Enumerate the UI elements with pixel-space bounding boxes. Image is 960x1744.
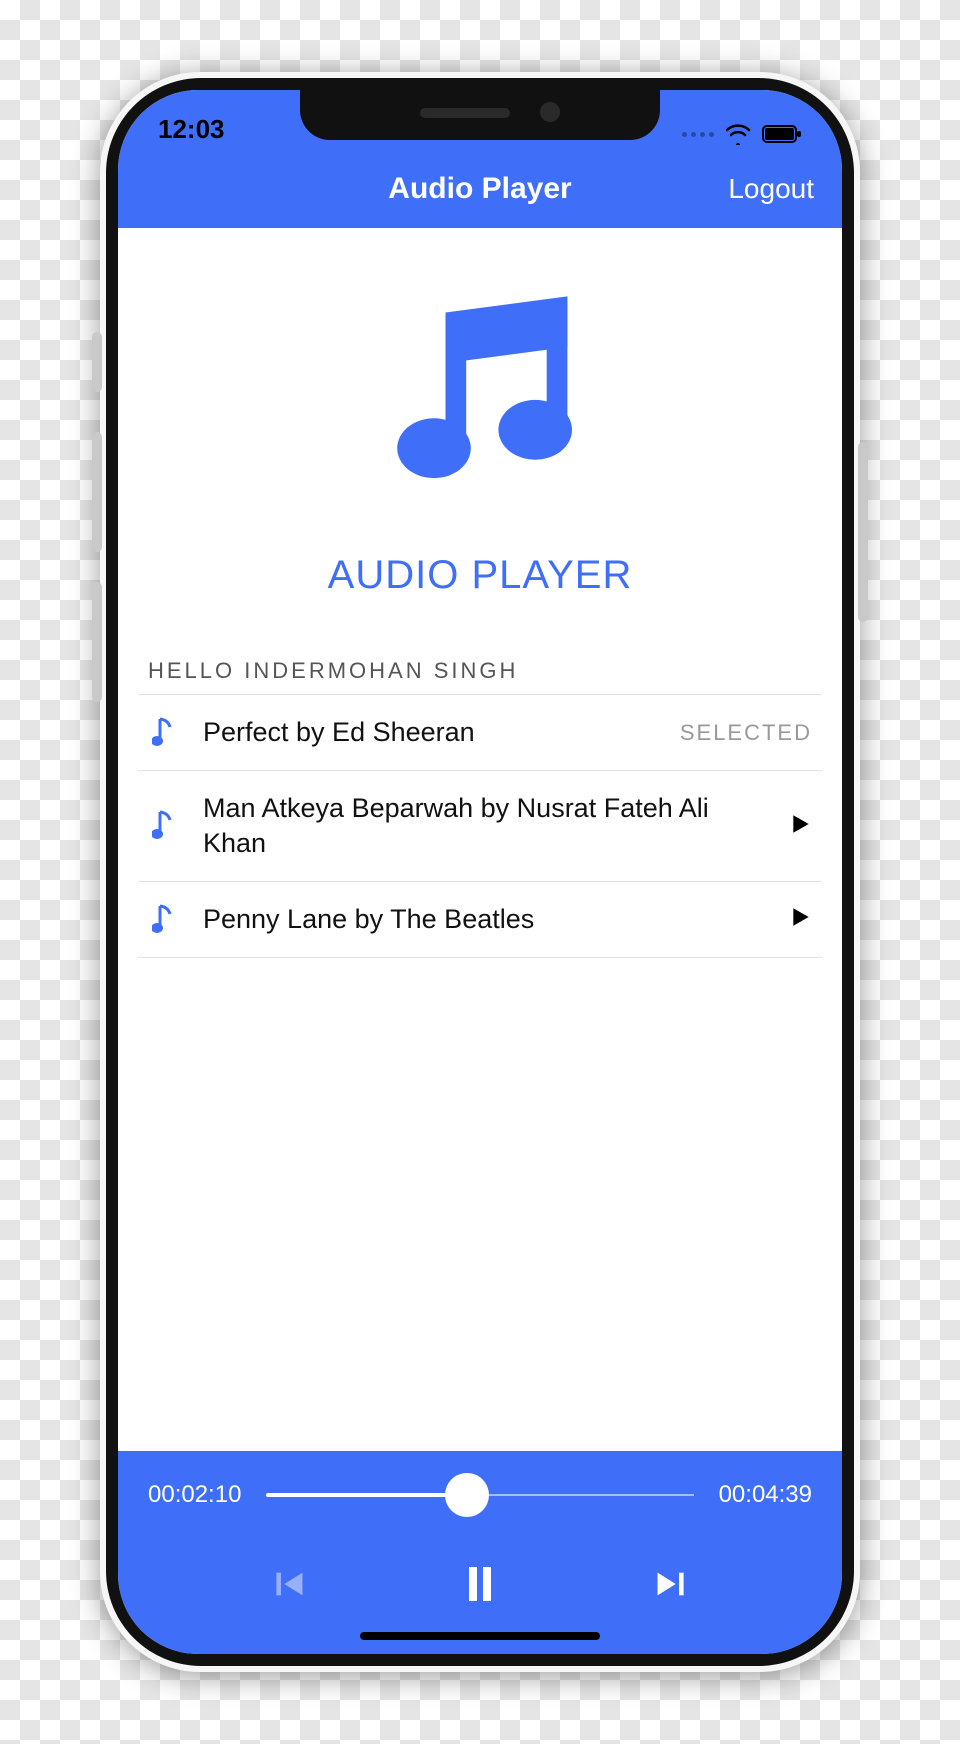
- phone-frame: 12:03: [100, 72, 860, 1672]
- main-content: AUDIO PLAYER Hello Indermohan Singh Perf…: [118, 228, 842, 1451]
- home-indicator[interactable]: [360, 1632, 600, 1640]
- play-icon[interactable]: [790, 811, 812, 842]
- mute-switch: [92, 332, 102, 392]
- elapsed-time: 00:02:10: [148, 1481, 241, 1509]
- track-title: Penny Lane by The Beatles: [203, 902, 765, 937]
- status-time: 12:03: [158, 114, 225, 145]
- next-button[interactable]: [650, 1564, 690, 1604]
- pause-button[interactable]: [460, 1564, 500, 1604]
- play-icon[interactable]: [790, 904, 812, 935]
- track-title: Perfect by Ed Sheeran: [203, 715, 655, 750]
- music-note-small-icon: [148, 717, 178, 749]
- device-notch: [300, 90, 660, 140]
- music-note-small-icon: [148, 810, 178, 842]
- music-note-icon: [365, 278, 595, 513]
- previous-button[interactable]: [270, 1564, 310, 1604]
- nav-title: Audio Player: [388, 172, 571, 206]
- seek-played: [266, 1493, 467, 1497]
- track-list: Perfect by Ed Sheeran SELECTED Man Atkey…: [138, 694, 822, 958]
- volume-up-button: [92, 432, 102, 552]
- seek-remaining: [467, 1494, 693, 1496]
- track-row[interactable]: Penny Lane by The Beatles: [138, 882, 822, 958]
- duration-time: 00:04:39: [719, 1481, 812, 1509]
- cellular-dots-icon: [682, 132, 714, 137]
- wifi-icon: [724, 123, 752, 145]
- player-bar: 00:02:10 00:04:39: [118, 1451, 842, 1654]
- volume-down-button: [92, 582, 102, 702]
- app-title: AUDIO PLAYER: [328, 553, 633, 598]
- screen: 12:03: [118, 90, 842, 1654]
- seek-slider[interactable]: [266, 1493, 693, 1497]
- track-row[interactable]: Man Atkeya Beparwah by Nusrat Fateh Ali …: [138, 771, 822, 882]
- transport-controls: [148, 1564, 812, 1604]
- logout-button[interactable]: Logout: [728, 173, 814, 205]
- track-row[interactable]: Perfect by Ed Sheeran SELECTED: [138, 695, 822, 771]
- seek-knob[interactable]: [445, 1473, 489, 1517]
- nav-bar: Audio Player Logout: [118, 150, 842, 228]
- track-title: Man Atkeya Beparwah by Nusrat Fateh Ali …: [203, 791, 765, 861]
- music-note-small-icon: [148, 904, 178, 936]
- battery-icon: [762, 124, 802, 144]
- greeting-label: Hello Indermohan Singh: [148, 658, 518, 684]
- power-button: [858, 442, 868, 622]
- selected-badge: SELECTED: [680, 720, 812, 746]
- progress-row: 00:02:10 00:04:39: [148, 1481, 812, 1509]
